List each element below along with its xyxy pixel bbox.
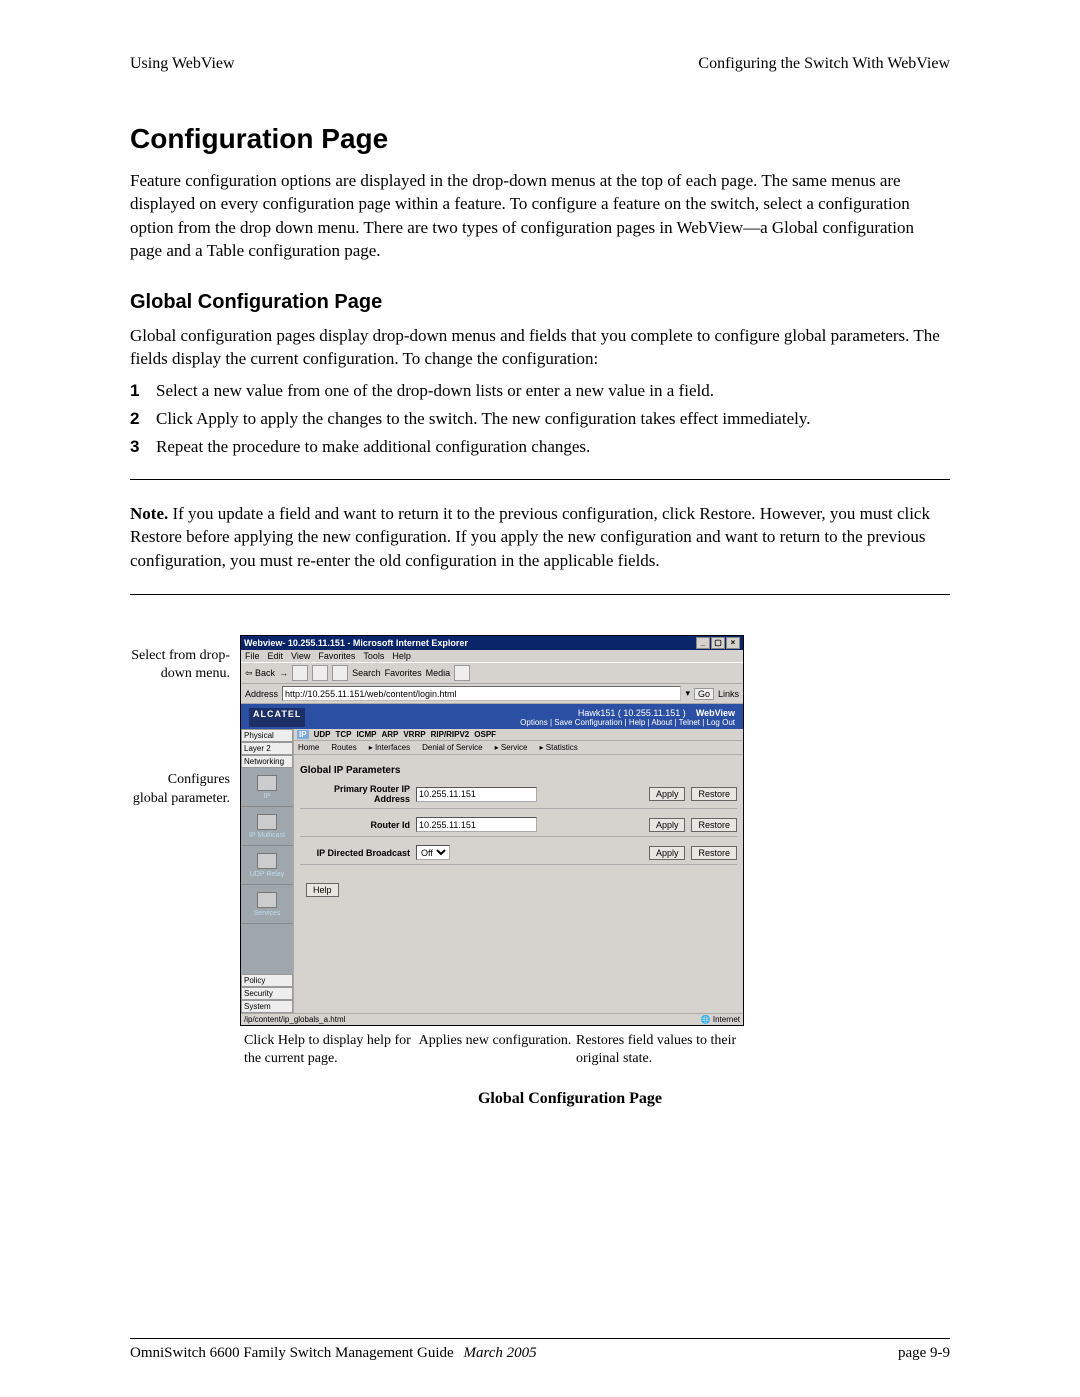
restore-button[interactable]: Restore bbox=[691, 846, 737, 860]
brand-logo: ALCATEL bbox=[249, 708, 305, 727]
webview-banner: ALCATEL Hawk151 ( 10.255.11.151 ) WebVie… bbox=[241, 704, 743, 729]
breadcrumb[interactable]: Home Routes ▸ Interfaces Denial of Servi… bbox=[294, 741, 743, 755]
nav-networking[interactable]: Networking bbox=[241, 755, 293, 768]
annotation-global: Configures global parameter. bbox=[130, 771, 230, 807]
nav-udprelay[interactable]: UDP Relay bbox=[241, 846, 293, 885]
annotation-dropdown: Select from drop-down menu. bbox=[130, 647, 230, 683]
status-bar: /ip/content/ip_globals_a.html 🌐 Internet bbox=[241, 1013, 743, 1025]
page-title: Configuration Page bbox=[130, 123, 950, 155]
input-primary-router-ip[interactable] bbox=[416, 787, 537, 802]
refresh-icon[interactable] bbox=[312, 665, 328, 681]
figure-title: Global Configuration Page bbox=[190, 1090, 950, 1108]
step-num-3: 3 bbox=[130, 437, 146, 457]
divider bbox=[130, 594, 950, 595]
step-3: Repeat the procedure to make additional … bbox=[156, 437, 590, 457]
dropdown-icon[interactable]: ▾ bbox=[685, 688, 690, 699]
step-num-2: 2 bbox=[130, 409, 146, 429]
divider bbox=[130, 479, 950, 480]
restore-button[interactable]: Restore bbox=[691, 787, 737, 801]
nav-services[interactable]: Services bbox=[241, 885, 293, 924]
history-icon[interactable] bbox=[454, 665, 470, 681]
note-label: Note. bbox=[130, 504, 168, 523]
note-paragraph: Note. If you update a field and want to … bbox=[130, 502, 950, 572]
browser-window: Webview- 10.255.11.151 - Microsoft Inter… bbox=[240, 635, 744, 1026]
subsection-title: Global Configuration Page bbox=[130, 291, 950, 314]
status-path: /ip/content/ip_globals_a.html bbox=[244, 1015, 345, 1024]
note-body: If you update a field and want to return… bbox=[130, 504, 930, 570]
apply-button[interactable]: Apply bbox=[649, 818, 686, 832]
browser-toolbar[interactable]: ⇦ Back → Search Favorites Media bbox=[241, 662, 743, 684]
footer-page: page 9-9 bbox=[898, 1345, 950, 1362]
restore-button[interactable]: Restore bbox=[691, 818, 737, 832]
step-2: Click Apply to apply the changes to the … bbox=[156, 409, 810, 429]
banner-links[interactable]: Options | Save Configuration | Help | Ab… bbox=[520, 718, 735, 727]
links-label[interactable]: Links bbox=[718, 689, 739, 699]
nav-ip[interactable]: IP bbox=[241, 768, 293, 807]
protocol-ribbon[interactable]: IP UDPTCP ICMPARP VRRPRIP/RIPV2 OSPF bbox=[294, 729, 743, 741]
browser-menubar[interactable]: FileEditViewFavoritesToolsHelp bbox=[241, 650, 743, 662]
label-router-id: Router Id bbox=[300, 820, 410, 830]
product-name: WebView bbox=[696, 708, 735, 718]
window-controls[interactable]: _▢× bbox=[695, 637, 740, 649]
home-icon[interactable] bbox=[332, 665, 348, 681]
caption-apply: Applies new configuration. bbox=[419, 1032, 572, 1068]
footer-left: OmniSwitch 6600 Family Switch Management… bbox=[130, 1345, 454, 1361]
go-button[interactable]: Go bbox=[694, 688, 714, 700]
subsection-intro: Global configuration pages display drop-… bbox=[130, 324, 950, 371]
apply-button[interactable]: Apply bbox=[649, 846, 686, 860]
media-button[interactable]: Media bbox=[426, 668, 451, 678]
window-title: Webview- 10.255.11.151 - Microsoft Inter… bbox=[244, 638, 468, 648]
nav-physical[interactable]: Physical bbox=[241, 729, 293, 742]
help-button[interactable]: Help bbox=[306, 883, 339, 897]
footer-date: March 2005 bbox=[463, 1345, 536, 1361]
panel-heading: Global IP Parameters bbox=[300, 765, 737, 776]
running-head-left: Using WebView bbox=[130, 55, 235, 73]
back-button[interactable]: ⇦ Back bbox=[245, 668, 275, 679]
nav-security[interactable]: Security bbox=[241, 987, 293, 1000]
running-head-right: Configuring the Switch With WebView bbox=[698, 55, 950, 73]
address-input[interactable] bbox=[282, 686, 681, 701]
row-router-id: Router Id Apply Restore bbox=[300, 817, 737, 832]
status-zone: 🌐 Internet bbox=[701, 1015, 740, 1024]
nav-ipmulticast[interactable]: IP Multicast bbox=[241, 807, 293, 846]
device-name: Hawk151 ( 10.255.11.151 ) bbox=[578, 708, 686, 718]
step-1: Select a new value from one of the drop-… bbox=[156, 381, 714, 401]
address-label: Address bbox=[245, 689, 278, 699]
nav-system[interactable]: System bbox=[241, 1000, 293, 1013]
nav-layer2[interactable]: Layer 2 bbox=[241, 742, 293, 755]
step-num-1: 1 bbox=[130, 381, 146, 401]
intro-paragraph: Feature configuration options are displa… bbox=[130, 169, 950, 263]
apply-button[interactable]: Apply bbox=[649, 787, 686, 801]
label-primary-router-ip: Primary Router IP Address bbox=[300, 784, 410, 804]
caption-help: Click Help to display help for the curre… bbox=[244, 1032, 414, 1068]
favorites-button[interactable]: Favorites bbox=[385, 668, 422, 678]
input-router-id[interactable] bbox=[416, 817, 537, 832]
search-button[interactable]: Search bbox=[352, 668, 381, 678]
label-ip-directed-broadcast: IP Directed Broadcast bbox=[300, 848, 410, 858]
row-ip-directed-broadcast: IP Directed Broadcast Off Apply Restore bbox=[300, 845, 737, 860]
row-primary-router-ip: Primary Router IP Address Apply Restore bbox=[300, 784, 737, 804]
select-ip-directed-broadcast[interactable]: Off bbox=[416, 845, 450, 860]
nav-policy[interactable]: Policy bbox=[241, 974, 293, 987]
left-nav[interactable]: Physical Layer 2 Networking IP IP Multic… bbox=[241, 729, 294, 1013]
stop-icon[interactable] bbox=[292, 665, 308, 681]
caption-restore: Restores field values to their original … bbox=[576, 1032, 746, 1068]
